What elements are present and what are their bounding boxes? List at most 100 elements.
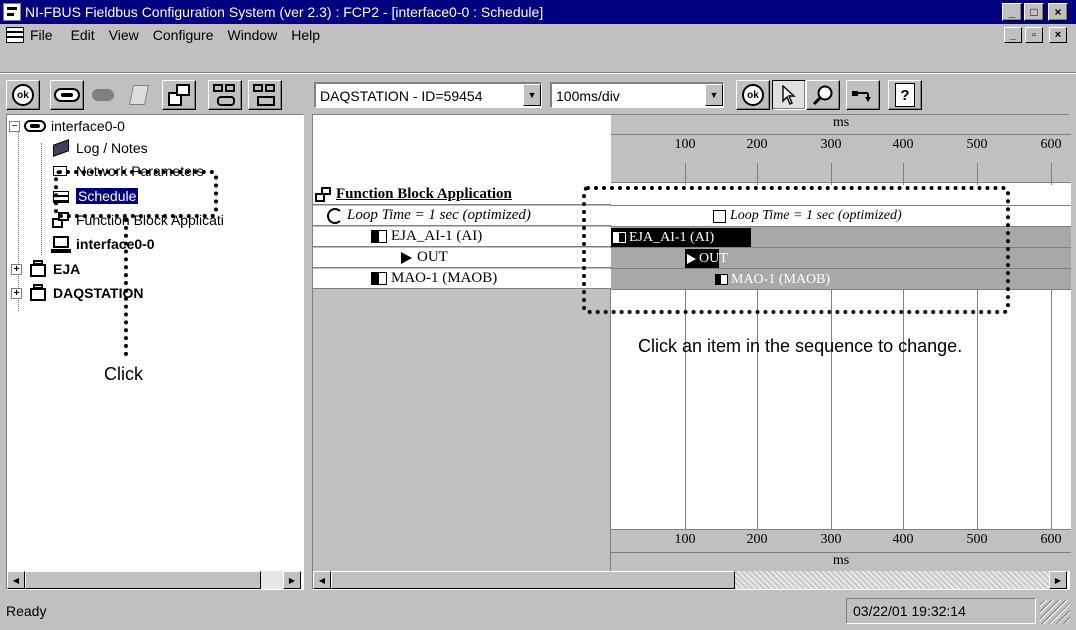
tree-item-label: interface0-0	[76, 236, 155, 252]
tree-line	[41, 143, 42, 255]
close-button[interactable]: ×	[1048, 3, 1068, 21]
tick-label: 400	[892, 137, 914, 152]
tree-item-log-notes[interactable]: Log / Notes	[51, 137, 148, 159]
out-row[interactable]: OUT	[313, 248, 611, 268]
block-icon	[371, 230, 387, 243]
scroll-left-icon[interactable]: ◀	[7, 571, 25, 589]
document-icon[interactable]	[6, 27, 24, 43]
loop-time-row[interactable]: Loop Time = 1 sec (optimized)	[313, 206, 611, 226]
pointer-icon	[782, 85, 796, 105]
interface-card-icon	[54, 88, 80, 102]
window-title: NI-FBUS Fieldbus Configuration System (v…	[25, 4, 544, 20]
tick-label: 100	[674, 532, 696, 547]
maximize-button[interactable]: □	[1024, 3, 1044, 21]
schedule-scrollbar[interactable]: ◀ ▶	[313, 571, 1067, 589]
device-button[interactable]	[86, 80, 120, 110]
menu-configure[interactable]: Configure	[153, 27, 214, 43]
click-annotation: Click	[104, 364, 143, 384]
network-up-icon	[253, 84, 277, 106]
tick-label: 200	[746, 532, 768, 547]
tick-label: 200	[746, 137, 768, 152]
scroll-thumb[interactable]	[331, 571, 735, 589]
app-icon	[3, 3, 21, 21]
tag-icon	[128, 85, 150, 105]
book-icon	[51, 139, 71, 157]
sequence-highlight-box	[582, 186, 1010, 314]
function-block-icon	[168, 84, 190, 106]
refresh-icon	[327, 207, 343, 224]
menu-view[interactable]: View	[109, 27, 139, 43]
chevron-down-icon[interactable]: ▼	[705, 84, 723, 106]
scroll-thumb[interactable]	[25, 571, 261, 589]
help-icon: ?	[895, 83, 915, 107]
pointer-tool-button[interactable]	[772, 80, 806, 110]
network-down-icon	[213, 84, 237, 106]
download-button[interactable]	[208, 80, 242, 110]
device-icon	[28, 284, 48, 302]
tag-button[interactable]	[122, 80, 156, 110]
status-datetime: 03/22/01 19:32:14	[846, 598, 1036, 624]
block-icon	[371, 272, 387, 285]
tick-label: 500	[966, 532, 988, 547]
tree-root-interface[interactable]: − interface0-0	[9, 115, 125, 137]
minimize-button[interactable]: _	[1002, 3, 1022, 21]
function-block-list: Function Block Application Loop Time = 1…	[313, 115, 611, 571]
instruction-annotation: Click an item in the sequence to change.	[638, 336, 963, 356]
tree-item-label: EJA	[53, 261, 81, 277]
upload-button[interactable]	[248, 80, 282, 110]
expand-toggle[interactable]: +	[11, 263, 22, 275]
device-select-value: DAQSTATION - ID=59454	[320, 87, 483, 104]
mdi-close-button[interactable]: ×	[1049, 27, 1067, 43]
magnifier-icon	[812, 85, 833, 106]
top-ruler: ms 100 200 300 400 500 600	[611, 115, 1071, 183]
bottom-ruler: 100 200 300 400 500 600 ms	[611, 529, 1071, 571]
time-scale-value: 100ms/div	[556, 87, 620, 104]
tree-item-interface-device[interactable]: interface0-0	[51, 233, 155, 255]
mao-block-row[interactable]: MAO-1 (MAOB)	[313, 269, 611, 289]
toolbar-divider	[0, 72, 1076, 74]
zoom-tool-button[interactable]	[806, 80, 840, 110]
collapse-toggle[interactable]: −	[9, 120, 20, 132]
title-bar: NI-FBUS Fieldbus Configuration System (v…	[0, 0, 1076, 24]
resize-grip-icon[interactable]	[1040, 600, 1070, 624]
tree-item-eja[interactable]: + EJA	[11, 258, 80, 280]
tree-item-label: DAQSTATION	[53, 285, 144, 301]
tree-scrollbar[interactable]: ◀ ▶	[7, 571, 301, 589]
schedule-ok-button[interactable]: ok	[736, 80, 770, 110]
link-line-icon	[852, 91, 871, 102]
menu-file[interactable]: File	[30, 27, 53, 43]
function-block-button[interactable]	[162, 80, 196, 110]
interface-button[interactable]	[50, 80, 84, 110]
link-tool-button[interactable]	[846, 80, 880, 110]
time-scale-select[interactable]: 100ms/div ▼	[550, 82, 724, 108]
mdi-minimize-button[interactable]: _	[1004, 27, 1022, 43]
scroll-left-icon[interactable]: ◀	[313, 571, 331, 589]
ok-icon: ok	[742, 84, 764, 106]
ai-block-label: EJA_AI-1 (AI)	[391, 228, 483, 244]
loop-time-label: Loop Time = 1 sec (optimized)	[347, 207, 531, 223]
interface-card-icon	[24, 120, 46, 132]
schedule-highlight-box	[54, 170, 218, 218]
computer-icon	[51, 235, 71, 253]
scroll-right-icon[interactable]: ▶	[283, 571, 301, 589]
callout-line	[124, 218, 128, 356]
fba-header-row[interactable]: Function Block Application	[313, 185, 611, 205]
out-label: OUT	[417, 249, 448, 265]
list-spacer	[313, 115, 611, 185]
chevron-down-icon[interactable]: ▼	[523, 84, 541, 106]
tick-label: 400	[892, 532, 914, 547]
menu-edit[interactable]: Edit	[71, 27, 95, 43]
tree-root-label: interface0-0	[51, 118, 125, 134]
tree-item-label: Log / Notes	[76, 140, 148, 156]
bottom-unit-label: ms	[611, 552, 1071, 571]
help-button[interactable]: ?	[888, 80, 922, 110]
menu-help[interactable]: Help	[291, 27, 320, 43]
ok-button[interactable]: ok	[6, 80, 40, 110]
mdi-restore-button[interactable]: ▫	[1025, 27, 1043, 43]
tick-label: 600	[1040, 137, 1062, 152]
ai-block-row[interactable]: EJA_AI-1 (AI)	[313, 227, 611, 247]
menu-window[interactable]: Window	[227, 27, 277, 43]
expand-toggle[interactable]: +	[11, 287, 22, 299]
device-select[interactable]: DAQSTATION - ID=59454 ▼	[314, 82, 542, 108]
scroll-right-icon[interactable]: ▶	[1049, 571, 1067, 589]
